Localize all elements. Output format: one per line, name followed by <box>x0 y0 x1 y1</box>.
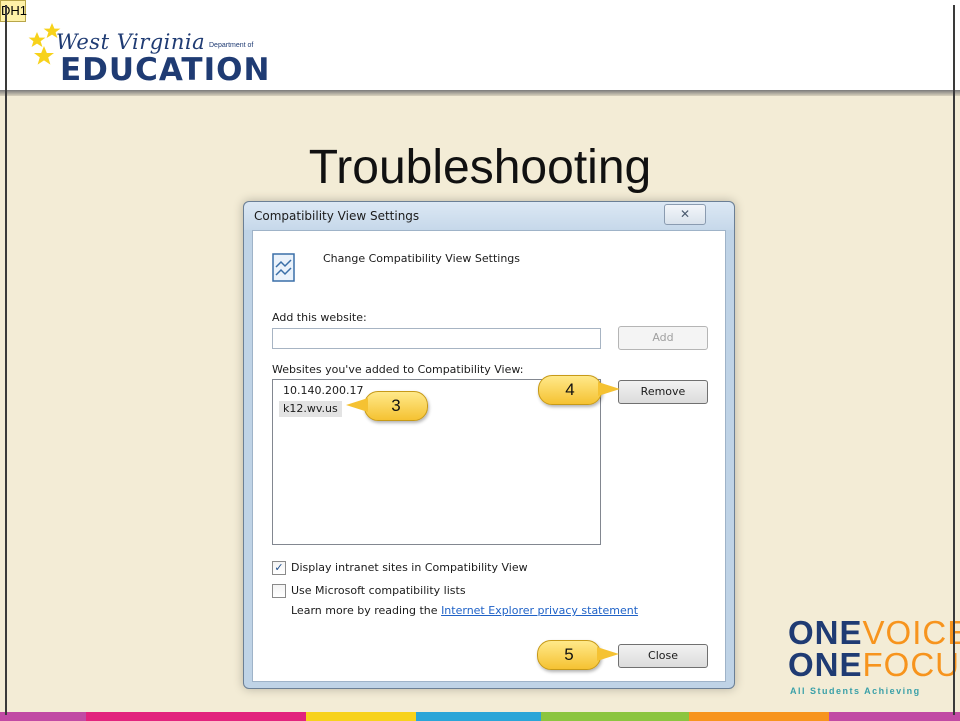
footer-color-segment <box>416 712 541 721</box>
list-item[interactable]: k12.wv.us <box>279 401 342 417</box>
add-website-input[interactable] <box>272 328 601 349</box>
website-list-label: Websites you've added to Compatibility V… <box>272 363 524 376</box>
dialog-title: Compatibility View Settings <box>254 209 420 223</box>
compat-view-icon <box>272 253 295 282</box>
callout-step-5: 5 <box>537 640 601 670</box>
close-icon[interactable]: ✕ <box>664 204 706 225</box>
footer-color-bar <box>0 712 960 721</box>
footer-color-segment <box>86 712 306 721</box>
privacy-statement-link[interactable]: Internet Explorer privacy statement <box>441 604 638 617</box>
intranet-checkbox-label: Display intranet sites in Compatibility … <box>291 561 528 574</box>
ms-lists-checkbox[interactable] <box>272 584 286 598</box>
wv-education-logo: West Virginia Department of EDUCATION <box>16 14 276 88</box>
intranet-checkbox[interactable]: ✓ <box>272 561 286 575</box>
slide-title: Troubleshooting <box>308 141 652 194</box>
one-voice-one-focus-logo: ONEVOICE ONEFOCUS All Students Achieving <box>788 614 960 702</box>
dialog-titlebar[interactable]: Compatibility View Settings ✕ <box>244 202 734 230</box>
wv-script-text: West Virginia <box>56 30 206 54</box>
callout-step-4: 4 <box>538 375 602 405</box>
one-focus-line: ONEFOCUS <box>788 646 960 683</box>
learn-more-text: Learn more by reading the Internet Explo… <box>291 604 638 617</box>
footer-color-segment <box>689 712 829 721</box>
logo-tagline: All Students Achieving <box>790 686 921 696</box>
compatibility-view-dialog: Compatibility View Settings ✕ Change Com… <box>243 201 735 689</box>
one-voice-line: ONEVOICE <box>788 614 960 651</box>
footer-color-segment <box>541 712 689 721</box>
remove-button[interactable]: Remove <box>618 380 708 404</box>
footer-color-segment <box>0 712 86 721</box>
footer-color-segment <box>306 712 416 721</box>
add-button[interactable]: Add <box>618 326 708 350</box>
dialog-client: Change Compatibility View Settings Add t… <box>252 230 726 682</box>
wv-dept-text: Department of <box>209 42 254 49</box>
close-button[interactable]: Close <box>618 644 708 668</box>
callout-tail-3 <box>346 398 368 412</box>
callout-tail-5 <box>597 647 619 661</box>
footer-color-segment <box>829 712 960 721</box>
wv-education-text: EDUCATION <box>60 52 271 88</box>
dialog-header-text: Change Compatibility View Settings <box>323 252 521 265</box>
add-website-label: Add this website: <box>272 311 367 324</box>
learn-more-prefix: Learn more by reading the <box>291 604 438 617</box>
callout-step-3: 3 <box>364 391 428 421</box>
ms-lists-checkbox-label: Use Microsoft compatibility lists <box>291 584 466 597</box>
slide-header: DH1 West Virginia Department of EDUCATIO… <box>0 0 960 93</box>
header-divider <box>0 90 960 96</box>
slide-background: DH1 West Virginia Department of EDUCATIO… <box>0 0 960 721</box>
callout-tail-4 <box>598 382 620 396</box>
